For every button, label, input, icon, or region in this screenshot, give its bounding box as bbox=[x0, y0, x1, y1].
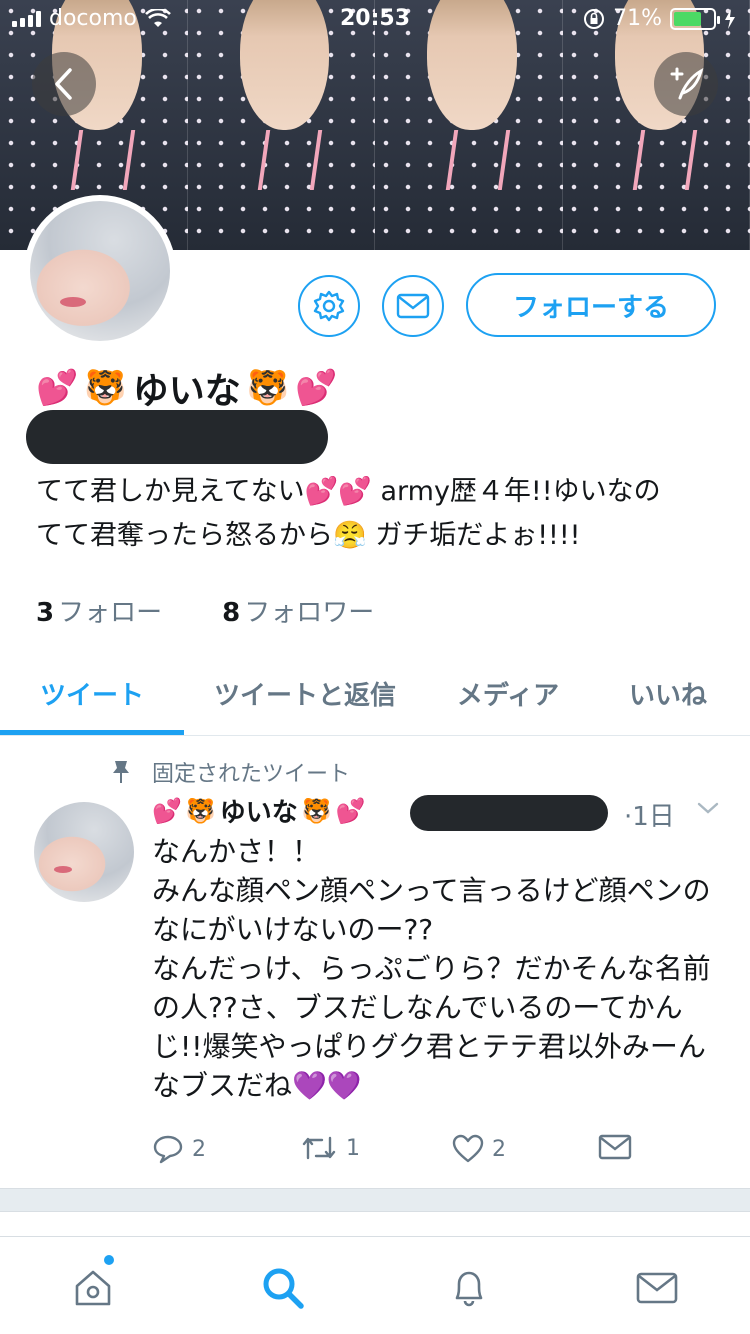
nav-search[interactable] bbox=[258, 1263, 308, 1313]
compose-tweet-icon bbox=[670, 67, 704, 100]
like-count: 2 bbox=[492, 1136, 506, 1162]
follow-button[interactable]: フォローする bbox=[466, 273, 716, 337]
reply-icon bbox=[153, 1135, 183, 1164]
search-icon bbox=[263, 1268, 304, 1309]
profile-tabs: ツイート ツイートと返信 メディア いいね bbox=[0, 650, 750, 736]
timeline-divider bbox=[0, 1188, 750, 1212]
hearts-emoji: 💕 bbox=[295, 368, 338, 408]
rotation-lock-icon bbox=[584, 8, 605, 29]
tweet-actions: 2 1 2 bbox=[152, 1134, 652, 1174]
bell-icon bbox=[455, 1271, 483, 1307]
bottom-tab-bar bbox=[0, 1236, 750, 1334]
like-button[interactable]: 2 bbox=[452, 1134, 506, 1164]
envelope-share-icon bbox=[598, 1134, 632, 1160]
pinned-label: 固定されたツイート bbox=[110, 756, 350, 788]
tab-media[interactable]: メディア bbox=[432, 650, 584, 736]
hearts-emoji: 💕 bbox=[335, 796, 366, 825]
home-new-content-dot bbox=[104, 1255, 114, 1265]
display-name-row: 💕 🐯 ゆいな 🐯 💕 bbox=[36, 362, 337, 414]
envelope-icon bbox=[396, 293, 430, 319]
status-bar: docomo 20:53 71% bbox=[0, 0, 750, 40]
battery-icon bbox=[670, 7, 720, 30]
redacted-handle bbox=[26, 410, 328, 464]
settings-button[interactable] bbox=[298, 275, 360, 337]
tab-likes[interactable]: いいね bbox=[600, 650, 736, 736]
bio-line: てて君奪ったら怒るから😤 ガチ垢だよぉ!!!! bbox=[36, 520, 581, 551]
tweet-author-name: ゆいな bbox=[219, 798, 298, 828]
tiger-emoji: 🐯 bbox=[185, 796, 216, 825]
redacted-tweet-handle bbox=[410, 795, 608, 831]
tiger-emoji: 🐯 bbox=[84, 368, 127, 408]
display-name: ゆいな bbox=[132, 371, 241, 412]
tab-tweets-and-replies[interactable]: ツイートと返信 bbox=[190, 650, 420, 736]
home-icon bbox=[75, 1270, 111, 1306]
reply-button[interactable]: 2 bbox=[152, 1134, 206, 1164]
nav-messages[interactable] bbox=[632, 1263, 682, 1313]
mail-icon bbox=[636, 1272, 678, 1304]
retweet-count: 1 bbox=[346, 1135, 360, 1161]
tiger-emoji: 🐯 bbox=[301, 796, 332, 825]
reply-count: 2 bbox=[192, 1136, 206, 1162]
retweet-button[interactable]: 1 bbox=[300, 1134, 360, 1162]
nav-notifications[interactable] bbox=[444, 1263, 494, 1313]
back-button[interactable] bbox=[32, 52, 96, 116]
active-tab-indicator bbox=[0, 730, 184, 735]
tweet-author-avatar[interactable] bbox=[34, 802, 134, 902]
chevron-down-icon[interactable] bbox=[696, 800, 720, 816]
charging-icon bbox=[725, 8, 735, 29]
profile-avatar[interactable] bbox=[24, 195, 176, 347]
bio-line: てて君しか見えてない💕💕 army歴４年!!ゆいなの bbox=[36, 476, 661, 507]
tab-tweets[interactable]: ツイート bbox=[0, 650, 184, 736]
tweet-author[interactable]: 💕 🐯 ゆいな 🐯 💕 bbox=[152, 792, 366, 829]
follow-stats: 3 フォロー 8 フォロワー bbox=[36, 592, 374, 629]
nav-home[interactable] bbox=[68, 1263, 118, 1313]
tiger-emoji: 🐯 bbox=[246, 368, 290, 408]
heart-icon bbox=[452, 1134, 484, 1163]
hearts-emoji: 💕 bbox=[152, 796, 182, 825]
pin-icon bbox=[113, 761, 129, 783]
back-chevron-icon bbox=[55, 68, 72, 100]
battery-percent: 71% bbox=[613, 6, 662, 31]
profile-bio: てて君しか見えてない💕💕 army歴４年!!ゆいなの てて君奪ったら怒るから😤 … bbox=[36, 470, 726, 558]
following-count[interactable]: 3 フォロー bbox=[36, 592, 162, 629]
gear-icon bbox=[313, 290, 345, 322]
tweet-timestamp[interactable]: ·1日 bbox=[624, 796, 675, 833]
compose-button[interactable] bbox=[654, 52, 718, 116]
retweet-icon bbox=[302, 1136, 336, 1160]
direct-message-button[interactable] bbox=[382, 275, 444, 337]
share-button[interactable] bbox=[598, 1134, 632, 1160]
hearts-emoji: 💕 bbox=[36, 368, 79, 408]
tweet-text: なんかさ！！ みんな顔ペン顔ペンって言っるけど顔ペンのなにがいけないのー?? な… bbox=[152, 835, 711, 1102]
followers-count[interactable]: 8 フォロワー bbox=[222, 592, 374, 629]
